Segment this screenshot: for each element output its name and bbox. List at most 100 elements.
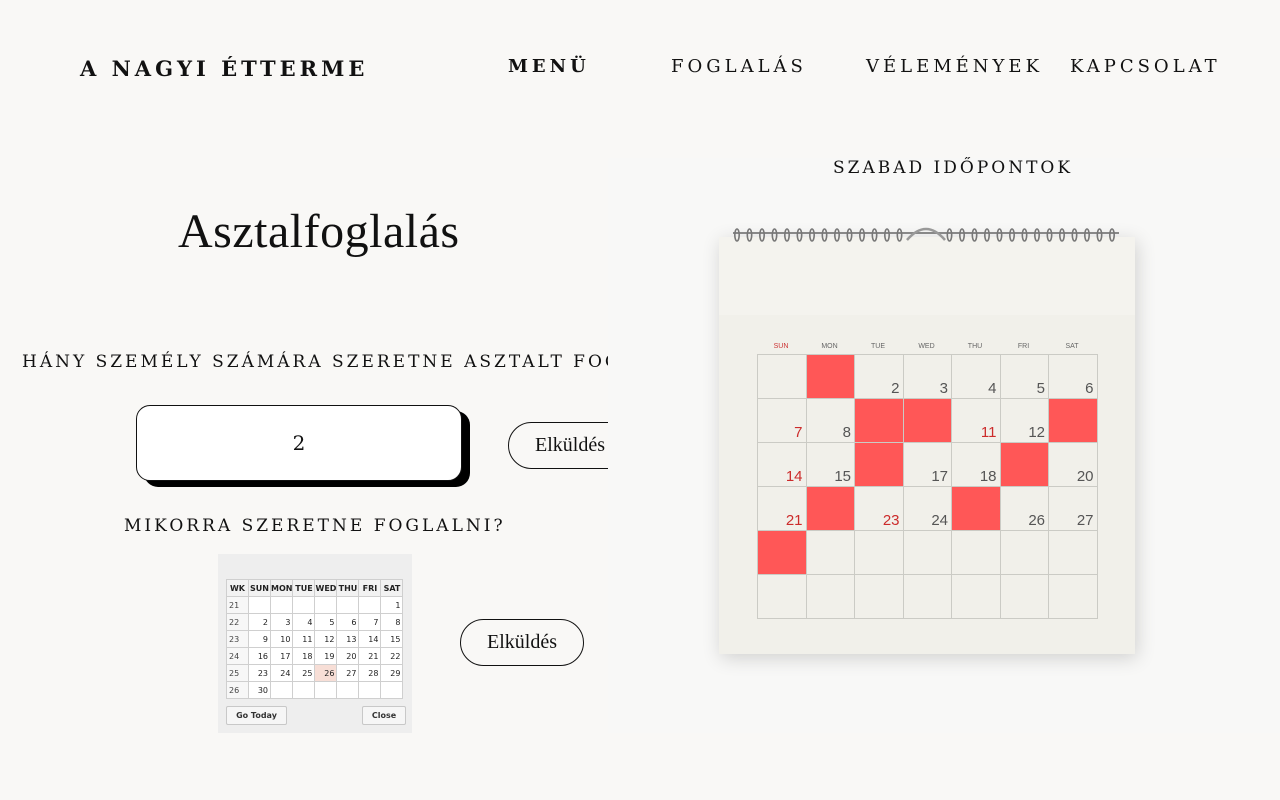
free-slot: 24: [903, 487, 952, 531]
go-today-button[interactable]: Go Today: [226, 706, 287, 725]
date-picker-empty-cell: [336, 681, 360, 699]
date-picker-day[interactable]: 18: [292, 647, 316, 665]
free-slot: 23: [855, 487, 904, 531]
week-number: 26: [226, 681, 249, 699]
availability-weekday-fri: FRI: [1017, 343, 1030, 350]
date-picker-day[interactable]: 7: [358, 613, 382, 631]
availability-day-number: 11: [980, 424, 997, 441]
booked-slot: [758, 531, 807, 575]
date-picker-day[interactable]: 25: [292, 664, 316, 682]
page-title: Asztalfoglalás: [178, 205, 460, 258]
date-picker-day[interactable]: 6: [336, 613, 360, 631]
date-picker-grid: WK SUN MON TUE WED THU FRI SAT 21 1 22 2 3 4 5 6 7 8 23 9 1…: [226, 579, 404, 699]
calendar-spiral-icon: [733, 227, 1119, 242]
date-picker-day[interactable]: 15: [380, 630, 404, 648]
free-slot: [952, 575, 1001, 619]
booked-slot: [1000, 443, 1049, 487]
booked-slot: [806, 487, 855, 531]
availability-day-number: 12: [1028, 424, 1045, 441]
free-slot: [758, 575, 807, 619]
date-picker-week-row: 24 16 17 18 19 20 21 22: [226, 647, 404, 665]
date-picker-day[interactable]: 8: [380, 613, 404, 631]
free-slot: [806, 575, 855, 619]
date-picker-day[interactable]: 20: [336, 647, 360, 665]
nav-menu[interactable]: MENÜ: [508, 56, 590, 77]
booked-slot: [903, 399, 952, 443]
date-picker-day[interactable]: 19: [314, 647, 338, 665]
booked-slot: [806, 355, 855, 399]
date-picker-empty-cell: [269, 596, 294, 614]
date-picker-empty-cell: [358, 596, 382, 614]
date-picker-day[interactable]: 1: [380, 596, 404, 614]
date-picker-day[interactable]: 5: [314, 613, 338, 631]
people-count-field[interactable]: [136, 405, 462, 481]
submit-date-button[interactable]: Elküldés: [460, 619, 584, 666]
date-picker-day[interactable]: 21: [358, 647, 382, 665]
date-picker-day[interactable]: 22: [380, 647, 404, 665]
date-picker-day[interactable]: 3: [269, 613, 294, 631]
free-slot: 18: [952, 443, 1001, 487]
date-picker-day[interactable]: 28: [358, 664, 382, 682]
week-number: 22: [226, 613, 249, 631]
date-picker-header-wed: WED: [314, 579, 338, 597]
free-slot: [806, 531, 855, 575]
date-picker-day[interactable]: 27: [336, 664, 360, 682]
availability-weekday-wed: WED: [918, 343, 935, 350]
date-picker-day[interactable]: 26: [314, 664, 338, 682]
week-number: 23: [226, 630, 249, 648]
free-slot: 4: [952, 355, 1001, 399]
free-slot: 11: [952, 399, 1001, 443]
availability-day-number: 21: [785, 512, 803, 529]
date-picker-day[interactable]: 12: [314, 630, 338, 648]
date-picker-day[interactable]: 2: [248, 613, 271, 631]
date-picker-day[interactable]: 29: [380, 664, 404, 682]
date-picker-day[interactable]: 14: [358, 630, 382, 648]
date-picker-day[interactable]: 24: [269, 664, 294, 682]
people-count-input[interactable]: [137, 406, 461, 480]
booked-slot: [855, 443, 904, 487]
free-slot: [758, 355, 807, 399]
free-slot: 6: [1049, 355, 1098, 399]
date-question: MIKORRA SZERETNE FOGLALNI?: [124, 516, 506, 536]
date-picker-day[interactable]: 11: [292, 630, 316, 648]
free-slot: [855, 575, 904, 619]
date-picker-header-thu: THU: [336, 579, 360, 597]
nav-contact[interactable]: KAPCSOLAT: [1070, 56, 1221, 77]
availability-day-number: 2: [891, 380, 900, 397]
nav-booking[interactable]: FOGLALÁS: [671, 56, 807, 77]
free-slot: 21: [758, 487, 807, 531]
date-picker-header-fri: FRI: [358, 579, 382, 597]
date-picker-empty-cell: [248, 596, 271, 614]
close-button[interactable]: Close: [362, 706, 406, 725]
people-question: HÁNY SZEMÉLY SZÁMÁRA SZERETNE ASZTALT FO…: [22, 352, 706, 372]
date-picker-empty-cell: [358, 681, 382, 699]
free-slot: 2: [855, 355, 904, 399]
date-picker-day[interactable]: 9: [248, 630, 271, 648]
restaurant-logo[interactable]: A NAGYI ÉTTERME: [80, 56, 368, 81]
free-slot: 8: [806, 399, 855, 443]
free-slot: 17: [903, 443, 952, 487]
free-slot: [1000, 575, 1049, 619]
date-picker-day[interactable]: 17: [269, 647, 294, 665]
free-slot: 5: [1000, 355, 1049, 399]
nav-reviews[interactable]: VÉLEMÉNYEK: [866, 56, 1043, 77]
date-picker-day[interactable]: 4: [292, 613, 316, 631]
date-picker-empty-cell: [292, 596, 316, 614]
availability-weekday-tue: TUE: [871, 343, 885, 350]
date-picker-day[interactable]: 16: [248, 647, 271, 665]
availability-day-number: 7: [794, 424, 803, 441]
availability-weekday-mon: MON: [821, 343, 838, 350]
date-picker-day[interactable]: 30: [248, 681, 271, 699]
availability-day-number: 4: [988, 380, 997, 397]
date-picker-empty-cell: [314, 681, 338, 699]
date-picker-week-row: 26 30: [226, 681, 404, 699]
booked-slot: [952, 487, 1001, 531]
date-picker-empty-cell: [269, 681, 294, 699]
date-picker-day[interactable]: 13: [336, 630, 360, 648]
availability-day-number: 27: [1076, 512, 1094, 529]
date-picker-header-tue: TUE: [292, 579, 316, 597]
free-slot: [903, 575, 952, 619]
free-slot: 15: [806, 443, 855, 487]
date-picker-day[interactable]: 23: [248, 664, 271, 682]
date-picker-day[interactable]: 10: [269, 630, 294, 648]
